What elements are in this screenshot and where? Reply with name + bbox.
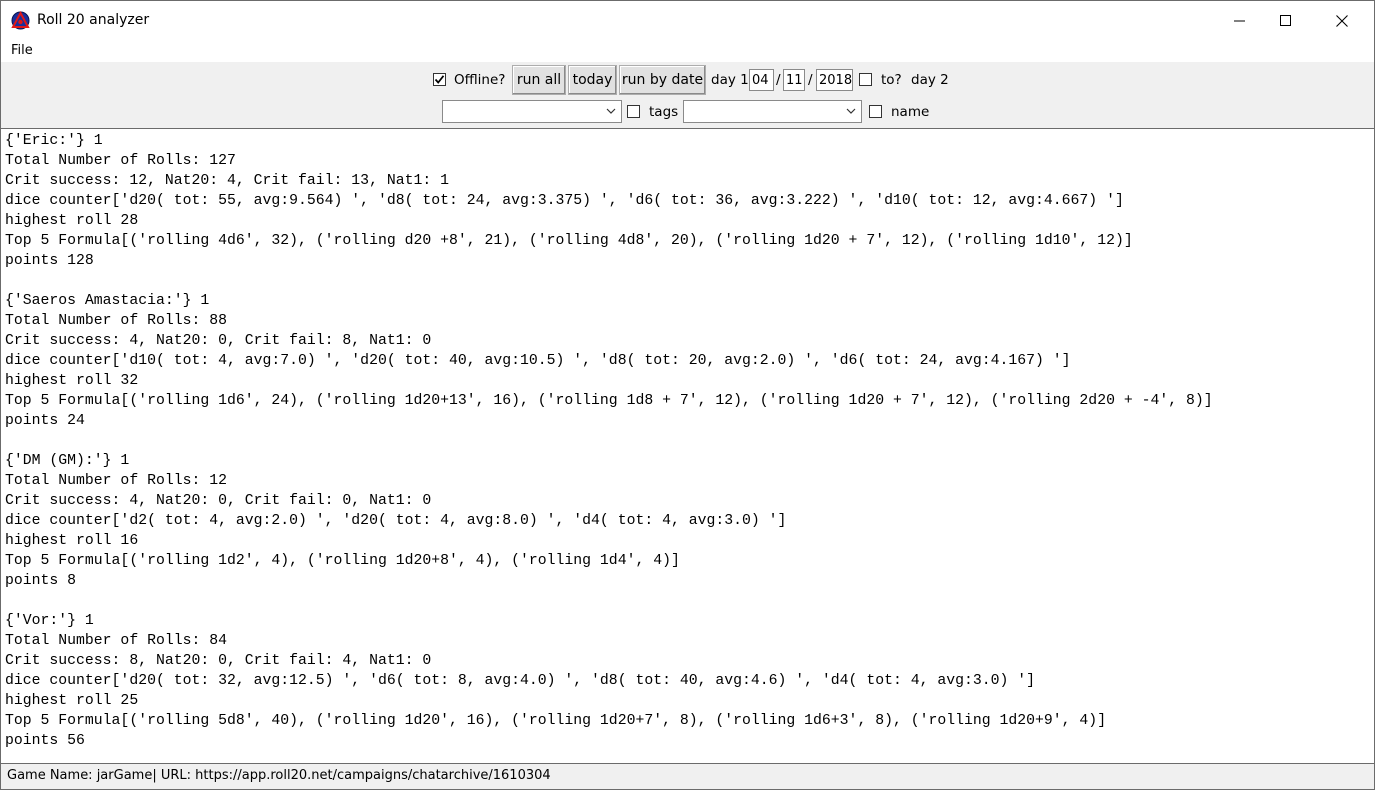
day1-label: day 1: [711, 72, 749, 88]
output-line: highest roll 28: [5, 213, 139, 229]
output-textarea[interactable]: {'Eric:'} 1 Total Number of Rolls: 127 C…: [0, 128, 1375, 764]
day1-month-input[interactable]: 04: [749, 69, 774, 91]
tag-select[interactable]: [683, 100, 862, 123]
menu-file[interactable]: File: [11, 43, 33, 58]
offline-label: Offline?: [454, 72, 506, 88]
day2-label: day 2: [911, 72, 949, 88]
menu-bar: File: [0, 40, 1375, 62]
checkmark-icon: [434, 75, 445, 84]
close-button[interactable]: [1319, 1, 1365, 40]
output-line: Crit success: 4, Nat20: 0, Crit fail: 0,…: [5, 493, 432, 509]
chevron-down-icon: [606, 108, 616, 114]
output-line: Top 5 Formula[('rolling 1d6', 24), ('rol…: [5, 393, 1213, 409]
output-line: Total Number of Rolls: 88: [5, 313, 227, 329]
output-line: Total Number of Rolls: 127: [5, 153, 236, 169]
offline-checkbox[interactable]: [433, 73, 446, 86]
output-line: Crit success: 4, Nat20: 0, Crit fail: 8,…: [5, 333, 432, 349]
to-label: to?: [881, 72, 902, 88]
status-bar: Game Name: jarGame| URL: https://app.rol…: [0, 764, 1375, 790]
tags-checkbox[interactable]: [627, 105, 640, 118]
output-line: dice counter['d10( tot: 4, avg:7.0) ', '…: [5, 353, 1071, 369]
run-all-button[interactable]: run all: [512, 65, 566, 95]
output-line: dice counter['d20( tot: 55, avg:9.564) '…: [5, 193, 1124, 209]
minimize-button[interactable]: [1217, 1, 1263, 40]
player-select[interactable]: [442, 100, 622, 123]
to-checkbox[interactable]: [859, 73, 872, 86]
output-line: Top 5 Formula[('rolling 5d8', 40), ('rol…: [5, 713, 1107, 729]
window-title: Roll 20 analyzer: [37, 12, 150, 28]
output-line: dice counter['d20( tot: 32, avg:12.5) ',…: [5, 673, 1036, 689]
output-line: {'DM (GM):'} 1: [5, 453, 130, 469]
output-line: Total Number of Rolls: 84: [5, 633, 227, 649]
output-line: Top 5 Formula[('rolling 4d6', 32), ('rol…: [5, 233, 1133, 249]
toolbar: Offline? run all today run by date day 1…: [0, 62, 1375, 128]
output-line: {'Saeros Amastacia:'} 1: [5, 293, 210, 309]
output-line: dice counter['d2( tot: 4, avg:2.0) ', 'd…: [5, 513, 787, 529]
tags-label: tags: [649, 104, 679, 120]
output-line: highest roll 32: [5, 373, 139, 389]
day1-day-input[interactable]: 11: [783, 69, 805, 91]
close-icon: [1336, 14, 1348, 27]
output-line: points 8: [5, 573, 77, 589]
run-by-date-button[interactable]: run by date: [619, 65, 706, 95]
status-text: Game Name: jarGame| URL: https://app.rol…: [7, 768, 551, 783]
minimize-icon: [1234, 20, 1245, 21]
name-checkbox[interactable]: [869, 105, 882, 118]
output-line: {'Vor:'} 1: [5, 613, 94, 629]
chevron-down-icon: [846, 108, 856, 114]
output-line: points 128: [5, 253, 94, 269]
output-line: Crit success: 12, Nat20: 4, Crit fail: 1…: [5, 173, 449, 189]
output-line: {'Eric:'} 1: [5, 133, 103, 149]
title-bar: Roll 20 analyzer: [0, 0, 1375, 40]
date-separator: /: [776, 72, 781, 88]
output-line: points 56: [5, 733, 85, 749]
output-line: highest roll 25: [5, 693, 139, 709]
day1-year-input[interactable]: 2018: [816, 69, 853, 91]
name-label: name: [891, 104, 930, 120]
date-separator: /: [808, 72, 813, 88]
maximize-icon: [1280, 14, 1291, 26]
today-button[interactable]: today: [568, 65, 617, 95]
output-line: highest roll 16: [5, 533, 139, 549]
output-line: points 24: [5, 413, 85, 429]
output-line: Top 5 Formula[('rolling 1d2', 4), ('roll…: [5, 553, 680, 569]
output-line: Total Number of Rolls: 12: [5, 473, 227, 489]
app-logo-icon: [11, 11, 30, 30]
output-line: Crit success: 8, Nat20: 0, Crit fail: 4,…: [5, 653, 432, 669]
maximize-button[interactable]: [1263, 1, 1309, 40]
